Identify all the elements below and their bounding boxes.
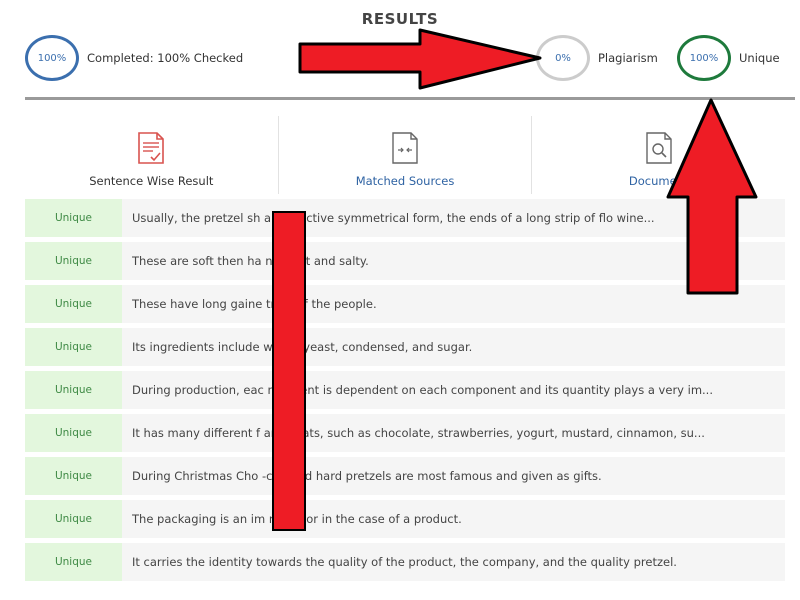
results-title: RESULTS xyxy=(361,10,439,28)
tab-matched-sources[interactable]: Matched Sources xyxy=(279,116,533,194)
status-badge: Unique xyxy=(25,457,122,495)
right-arrow-annotation xyxy=(298,28,542,90)
document-search-icon xyxy=(642,130,676,166)
tab-document[interactable]: Document xyxy=(532,116,785,194)
status-badge: Unique xyxy=(25,199,122,237)
document-compare-icon xyxy=(388,130,422,166)
status-badge: Unique xyxy=(25,371,122,409)
sentence-text: These are soft then ha n sweet and salty… xyxy=(132,254,369,268)
status-badge: Unique xyxy=(25,285,122,323)
table-row[interactable]: Unique These are soft then ha n sweet and… xyxy=(25,242,785,280)
sentence-text: During Christmas Cho -covered hard pretz… xyxy=(132,469,602,483)
unique-stat: 100% Unique xyxy=(677,35,780,81)
tab-document-label: Document xyxy=(628,174,689,188)
table-row[interactable]: Unique The packaging is an im nt factor i… xyxy=(25,500,785,538)
sentence-text: These have long gaine trust of the peopl… xyxy=(132,297,377,311)
unique-ring: 100% xyxy=(677,35,731,81)
status-badge: Unique xyxy=(25,500,122,538)
completed-label: Completed: 100% Checked xyxy=(87,51,244,65)
sentence-result-list: Unique Usually, the pretzel sh a distinct… xyxy=(25,199,785,586)
sentence-text: It carries the identity towards the qual… xyxy=(132,555,677,569)
status-badge: Unique xyxy=(25,543,122,581)
plagiarism-label: Plagiarism xyxy=(598,51,658,65)
completed-stat: 100% Completed: 100% Checked xyxy=(25,35,243,81)
document-check-icon xyxy=(134,130,168,166)
sentence-text: Usually, the pretzel sh a distinctive sy… xyxy=(132,211,655,225)
sentence-text: During production, eac mponent is depend… xyxy=(132,383,713,397)
status-badge: Unique xyxy=(25,328,122,366)
table-row[interactable]: Unique Its ingredients include water, yea… xyxy=(25,328,785,366)
plagiarism-stat: 0% Plagiarism xyxy=(536,35,658,81)
table-row[interactable]: Unique During Christmas Cho -covered hard… xyxy=(25,457,785,495)
result-tabs: Sentence Wise Result Matched Sources Doc… xyxy=(25,116,785,194)
sentence-text: It has many different f and coats, such … xyxy=(132,426,705,440)
table-row[interactable]: Unique During production, eac mponent is … xyxy=(25,371,785,409)
table-row[interactable]: Unique These have long gaine trust of the… xyxy=(25,285,785,323)
table-row[interactable]: Unique It carries the identity towards th… xyxy=(25,543,785,581)
tab-sentence-wise-result[interactable]: Sentence Wise Result xyxy=(25,116,279,194)
status-badge: Unique xyxy=(25,414,122,452)
table-row[interactable]: Unique Usually, the pretzel sh a distinct… xyxy=(25,199,785,237)
sentence-text: Its ingredients include water, yeast, co… xyxy=(132,340,473,354)
plagiarism-ring: 0% xyxy=(536,35,590,81)
tab-matched-sources-label: Matched Sources xyxy=(355,174,455,188)
completed-ring: 100% xyxy=(25,35,79,81)
table-row[interactable]: Unique It has many different f and coats,… xyxy=(25,414,785,452)
header-divider xyxy=(25,97,795,100)
sentence-text: The packaging is an im nt factor in the … xyxy=(132,512,462,526)
tab-sentence-wise-result-label: Sentence Wise Result xyxy=(89,174,214,188)
status-badge: Unique xyxy=(25,242,122,280)
unique-label: Unique xyxy=(739,51,780,65)
